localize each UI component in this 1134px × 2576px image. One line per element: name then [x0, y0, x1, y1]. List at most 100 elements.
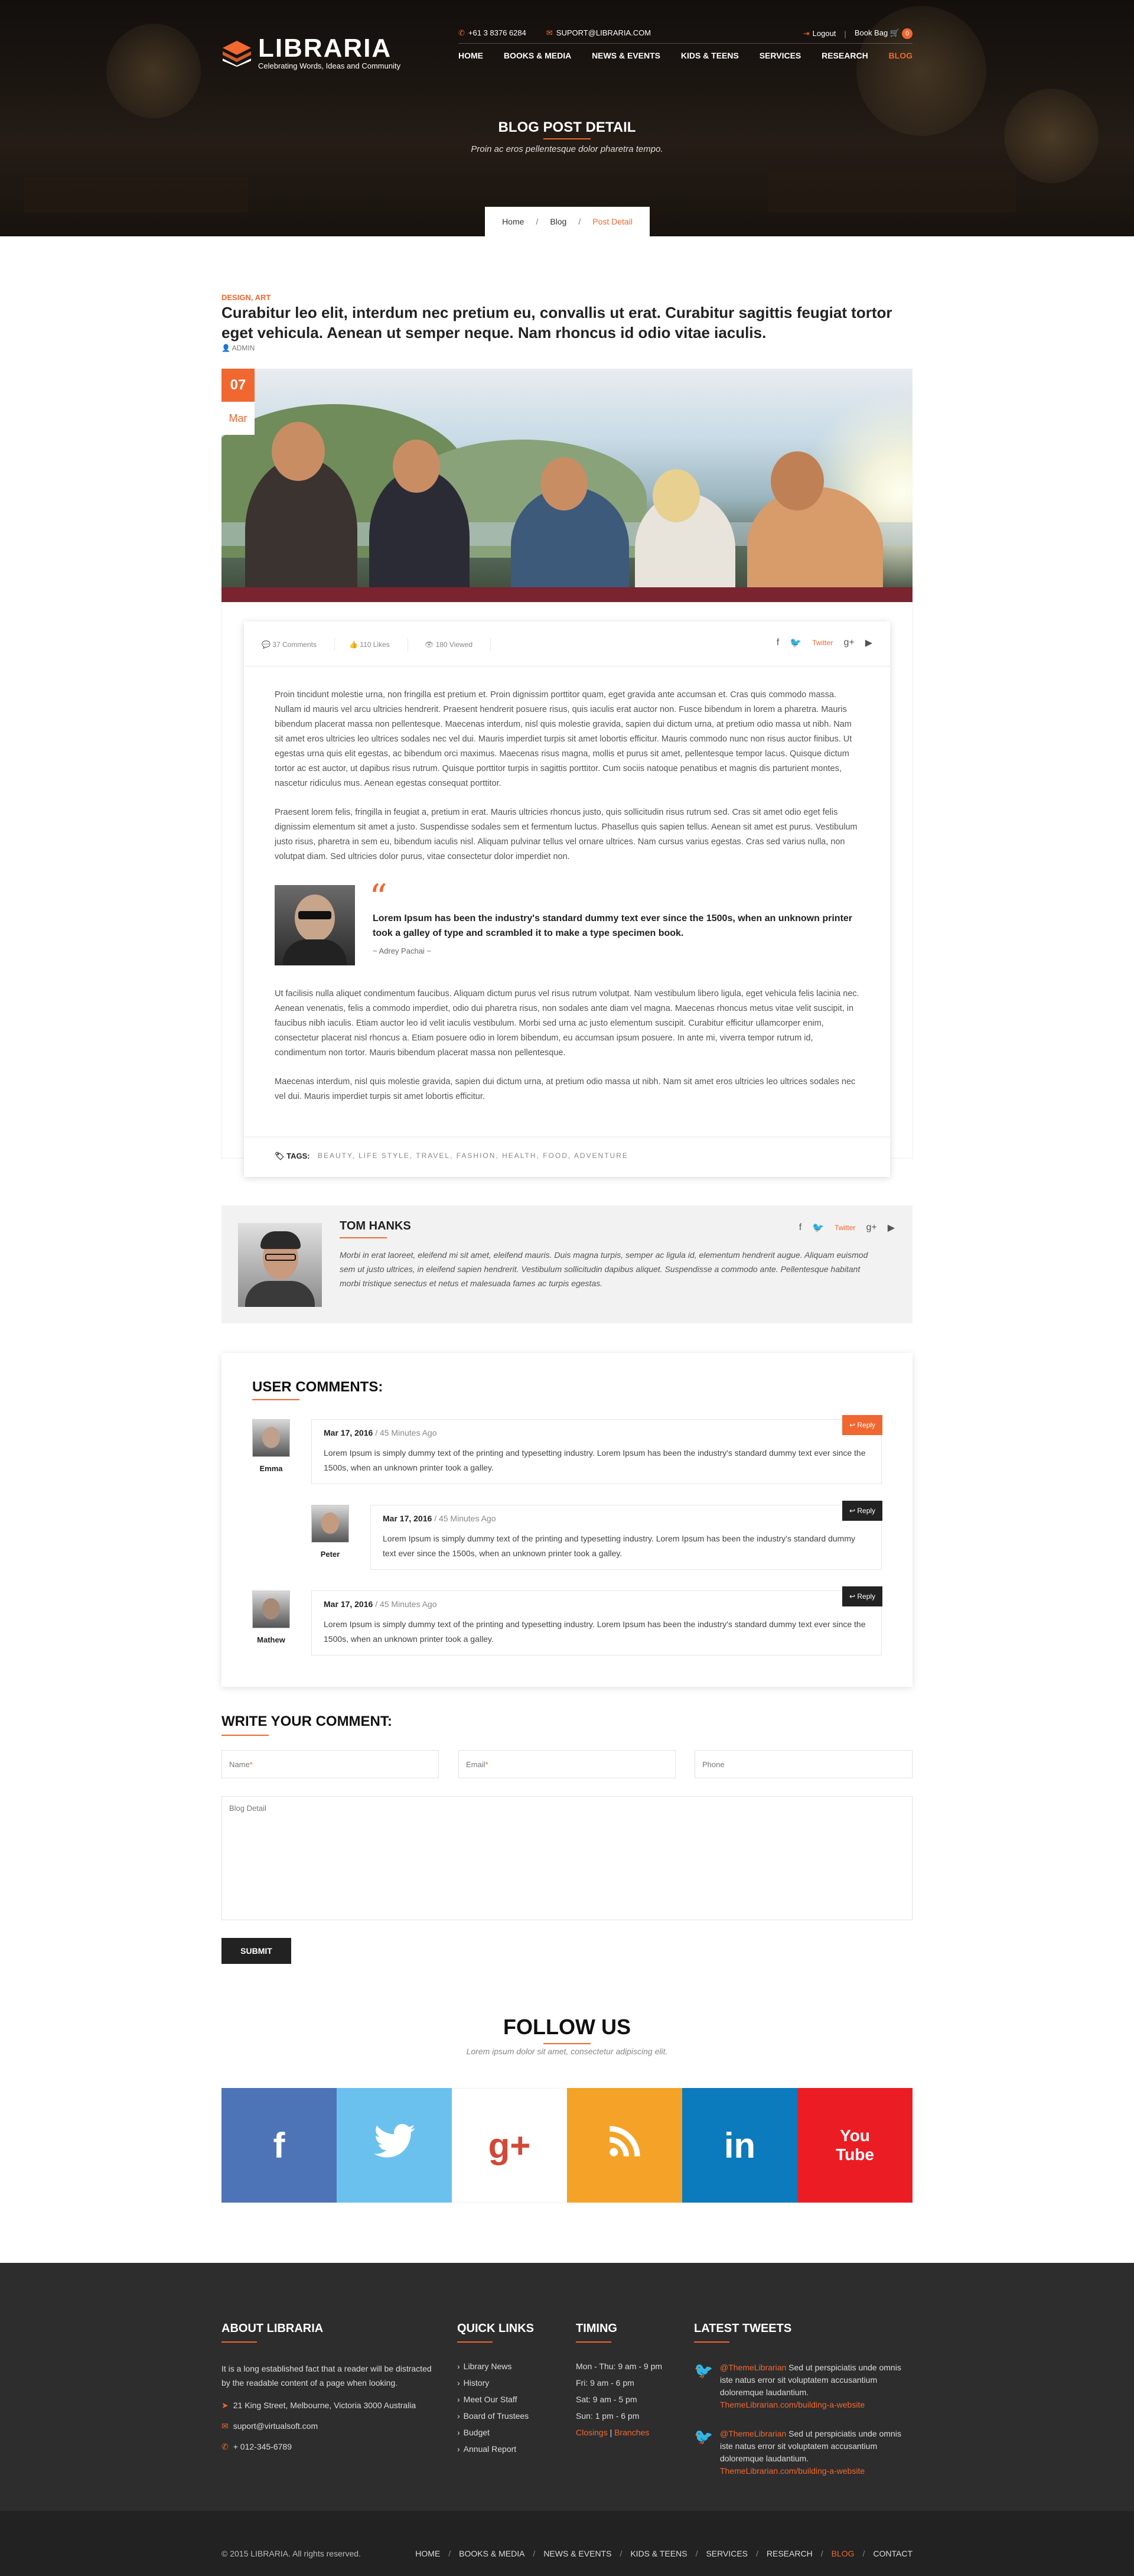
footer-nav-books-media[interactable]: BOOKS & MEDIA	[459, 2549, 524, 2558]
twitter-icon[interactable]: 🐦	[790, 637, 801, 649]
logout-link[interactable]: ⇥ Logout	[803, 29, 836, 38]
rss-tile[interactable]	[567, 2088, 682, 2203]
tweet-item: 🐦 @ThemeLibrarian Sed ut perspiciatis un…	[694, 2428, 913, 2477]
comments-title: USER COMMENTS:	[252, 1379, 383, 1395]
site-logo[interactable]: LIBRARIA Celebrating Words, Ideas and Co…	[221, 35, 400, 71]
nav-research[interactable]: RESEARCH	[822, 51, 868, 60]
cart-icon: 🛒	[889, 28, 900, 37]
branches-link[interactable]: Branches	[614, 2428, 649, 2437]
footer-nav-separator: /	[756, 2549, 758, 2558]
footer-nav-kids-teens[interactable]: KIDS & TEENS	[630, 2549, 687, 2558]
youtube-icon: You Tube	[836, 2126, 874, 2164]
nav-services[interactable]: SERVICES	[760, 51, 801, 60]
footer-link-label: Budget	[463, 2428, 490, 2437]
twitter-icon[interactable]: 🐦	[812, 1222, 824, 1234]
post-paragraph: Praesent lorem felis, fringilla in feugi…	[275, 808, 858, 861]
submit-button[interactable]: SUBMIT	[221, 1938, 291, 1964]
tweet-link[interactable]: ThemeLibrarian.com/building-a-website	[720, 2466, 865, 2476]
phone-icon: ✆	[458, 28, 465, 37]
timing-separator: |	[610, 2428, 612, 2437]
comment-icon: 💬	[262, 640, 271, 649]
google-plus-icon[interactable]: g+	[866, 1222, 876, 1233]
reply-button[interactable]: ↩ Reply	[842, 1501, 882, 1521]
photo-body	[245, 1281, 315, 1307]
footer-link[interactable]: › Meet Our Staff	[457, 2395, 552, 2404]
timing-item: Fri: 9 am - 6 pm	[576, 2378, 634, 2388]
footer-link[interactable]: › Annual Report	[457, 2444, 552, 2454]
footer-nav-research[interactable]: RESEARCH	[767, 2549, 813, 2558]
nav-home[interactable]: HOME	[458, 51, 483, 60]
footer-nav-contact[interactable]: CONTACT	[873, 2549, 913, 2558]
phone-field[interactable]: Phone	[695, 1750, 913, 1778]
facebook-icon[interactable]: f	[777, 638, 779, 648]
header-email[interactable]: ✉ SUPORT@LIBRARIA.COM	[546, 28, 651, 38]
footer-link[interactable]: › Budget	[457, 2428, 552, 2437]
linkedin-tile[interactable]: in	[682, 2088, 797, 2203]
google-plus-tile[interactable]: g+	[452, 2088, 567, 2203]
footer-nav-services[interactable]: SERVICES	[706, 2549, 748, 2558]
comment-ago: / 45 Minutes Ago	[375, 1599, 437, 1609]
post-author[interactable]: 👤 ADMIN	[221, 344, 255, 352]
copyright: © 2015 LIBRARIA. All rights reserved.	[221, 2549, 361, 2558]
tag-icon: 🏷	[275, 1152, 285, 1160]
likes-count[interactable]: 👍 110 Likes	[331, 638, 408, 651]
envelope-icon: ✉	[221, 2421, 229, 2431]
facebook-tile[interactable]: f	[221, 2088, 337, 2203]
email-field[interactable]: Email*	[458, 1750, 676, 1778]
comment-date: Mar 17, 2016 / 45 Minutes Ago	[383, 1514, 496, 1523]
reply-button[interactable]: ↩ Reply	[842, 1415, 882, 1435]
comment-ago-text: 45 Minutes Ago	[379, 1599, 437, 1609]
tags-label-text: TAGS:	[286, 1152, 310, 1160]
google-plus-icon[interactable]: g+	[843, 638, 854, 648]
reply-label: Reply	[857, 1421, 876, 1429]
footer-nav-home[interactable]: HOME	[415, 2549, 440, 2558]
nav-blog[interactable]: BLOG	[889, 51, 913, 60]
breadcrumb-home[interactable]: Home	[502, 217, 524, 226]
comment-date-text: Mar 17, 2016	[324, 1428, 373, 1437]
footer-nav-separator: /	[695, 2549, 698, 2558]
nav-news-events[interactable]: NEWS & EVENTS	[592, 51, 660, 60]
youtube-icon[interactable]: ▶	[865, 637, 872, 649]
tweet-handle[interactable]: @ThemeLibrarian	[720, 2363, 786, 2372]
footer-nav-blog[interactable]: BLOG	[832, 2549, 855, 2558]
book-bag-link[interactable]: Book Bag 🛒 0	[855, 28, 913, 39]
location-icon: ➤	[221, 2401, 229, 2410]
timing-item: Sat: 9 am - 5 pm	[576, 2395, 637, 2404]
twitter-label[interactable]: Twitter	[812, 639, 833, 647]
name-field[interactable]: Name*	[221, 1750, 439, 1778]
footer-link[interactable]: › History	[457, 2378, 552, 2388]
header-phone[interactable]: ✆ +61 3 8376 6284	[458, 28, 526, 38]
nav-books-media[interactable]: BOOKS & MEDIA	[504, 51, 571, 60]
chevron-right-icon: ›	[457, 2395, 460, 2404]
youtube-icon[interactable]: ▶	[888, 1222, 895, 1234]
footer-email[interactable]: ✉ suport@virtualsoft.com	[221, 2421, 440, 2431]
footer-nav-separator: /	[862, 2549, 865, 2558]
footer-timing: TIMING Mon - Thu: 9 am - 9 pm Fri: 9 am …	[576, 2322, 688, 2444]
footer-title-underline	[694, 2341, 729, 2343]
closings-link[interactable]: Closings	[576, 2428, 608, 2437]
footer-nav: HOME / BOOKS & MEDIA / NEWS & EVENTS / KIDS…	[415, 2549, 913, 2558]
blog-detail-textarea[interactable]: Blog Detail	[221, 1796, 913, 1920]
twitter-label[interactable]: Twitter	[835, 1224, 855, 1232]
comments-count[interactable]: 💬 37 Comments	[244, 638, 335, 651]
follow-subtitle: Lorem ipsum dolor sit amet, consectetur …	[466, 2047, 668, 2056]
nav-kids-teens[interactable]: KIDS & TEENS	[681, 51, 739, 60]
post-category[interactable]: DESIGN, ART	[221, 293, 271, 302]
youtube-tile[interactable]: You Tube	[797, 2088, 913, 2203]
post-content-continued: Ut facilisis nulla aliquet condimentum f…	[275, 987, 859, 1118]
tags-list[interactable]: BEAUTY, LIFE STYLE, TRAVEL, FASHION, HEA…	[318, 1152, 628, 1160]
tweet-link[interactable]: ThemeLibrarian.com/building-a-website	[720, 2400, 865, 2409]
tweet-handle[interactable]: @ThemeLibrarian	[720, 2429, 786, 2438]
likes-count-text: 110 Likes	[360, 640, 390, 649]
footer-link-label: Meet Our Staff	[463, 2395, 517, 2404]
footer-link[interactable]: › Board of Trustees	[457, 2411, 552, 2421]
twitter-tile[interactable]	[337, 2088, 452, 2203]
breadcrumb-blog[interactable]: Blog	[550, 217, 566, 226]
quote-author: ~ Adrey Pachai ~	[373, 947, 432, 955]
reply-button[interactable]: ↩ Reply	[842, 1586, 882, 1606]
tweet-text: @ThemeLibrarian Sed ut perspiciatis unde…	[720, 2362, 913, 2411]
facebook-icon[interactable]: f	[799, 1222, 801, 1233]
footer-nav-news-events[interactable]: NEWS & EVENTS	[543, 2549, 611, 2558]
quote-text: Lorem Ipsum has been the industry's stan…	[373, 913, 853, 938]
footer-link[interactable]: › Library News	[457, 2362, 552, 2371]
